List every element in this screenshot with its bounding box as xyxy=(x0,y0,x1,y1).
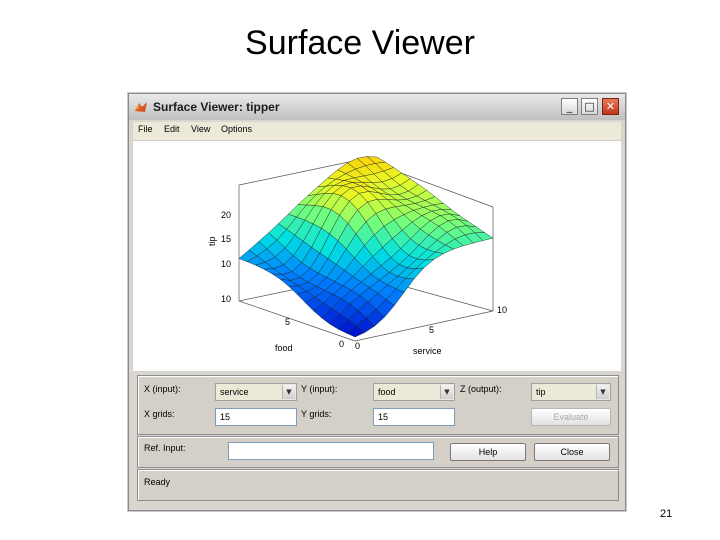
food-tick-5: 5 xyxy=(285,317,290,327)
menu-view[interactable]: View xyxy=(191,124,210,134)
title-bar[interactable]: Surface Viewer: tipper _ □ ✕ xyxy=(129,94,625,120)
z-tick-15: 15 xyxy=(221,234,231,244)
minimize-button[interactable]: _ xyxy=(561,98,578,115)
surface-viewer-window: Surface Viewer: tipper _ □ ✕ File Edit V… xyxy=(128,93,626,511)
slide-title: Surface Viewer xyxy=(245,24,475,62)
matlab-icon xyxy=(135,102,147,112)
food-tick-0: 0 xyxy=(339,339,344,349)
axis-settings-panel: X (input): service ▼ Y (input): food ▼ Z… xyxy=(137,375,619,435)
menu-edit[interactable]: Edit xyxy=(164,124,180,134)
close-window-button[interactable]: ✕ xyxy=(602,98,619,115)
z-tick-10-upper: 10 xyxy=(221,259,231,269)
surface-mesh xyxy=(238,156,494,338)
z-output-label: Z (output): xyxy=(460,384,502,394)
service-tick-0: 0 xyxy=(355,341,360,351)
y-input-label: Y (input): xyxy=(301,384,338,394)
chevron-down-icon[interactable]: ▼ xyxy=(596,385,609,399)
x-input-label: X (input): xyxy=(144,384,181,394)
y-grids-input[interactable]: 15 xyxy=(373,408,455,426)
status-text: Ready xyxy=(144,477,171,487)
z-axis-label: tip xyxy=(207,236,217,246)
menu-options[interactable]: Options xyxy=(221,124,252,134)
x-input-value: service xyxy=(220,387,249,397)
service-tick-5: 5 xyxy=(429,325,434,335)
ref-input-label: Ref. Input: xyxy=(144,443,186,453)
help-button[interactable]: Help xyxy=(450,443,526,461)
menu-bar: File Edit View Options xyxy=(133,122,621,140)
page-number: 21 xyxy=(660,508,673,520)
menu-file[interactable]: File xyxy=(138,124,153,134)
surface-plot-area[interactable]: tip 20 15 10 10 5 0 food 0 5 10 service xyxy=(133,140,621,371)
y-grids-label: Y grids: xyxy=(301,409,332,419)
y-input-value: food xyxy=(378,387,396,397)
service-tick-10: 10 xyxy=(497,305,507,315)
food-axis-label: food xyxy=(275,343,293,353)
z-output-value: tip xyxy=(536,387,546,397)
x-grids-label: X grids: xyxy=(144,409,175,419)
maximize-button[interactable]: □ xyxy=(581,98,598,115)
chevron-down-icon[interactable]: ▼ xyxy=(440,385,453,399)
z-tick-10-lower: 10 xyxy=(221,294,231,304)
chevron-down-icon[interactable]: ▼ xyxy=(282,385,295,399)
y-input-select[interactable]: food ▼ xyxy=(373,383,455,401)
service-axis-label: service xyxy=(413,346,442,356)
z-tick-20: 20 xyxy=(221,210,231,220)
status-panel: Ready xyxy=(137,469,619,501)
evaluate-button[interactable]: Evaluate xyxy=(531,408,611,426)
x-input-select[interactable]: service ▼ xyxy=(215,383,297,401)
reference-input-panel: Ref. Input: Help Close xyxy=(137,436,619,468)
ref-input-field[interactable] xyxy=(228,442,434,460)
z-output-select[interactable]: tip ▼ xyxy=(531,383,611,401)
window-title: Surface Viewer: tipper xyxy=(153,100,280,114)
x-grids-input[interactable]: 15 xyxy=(215,408,297,426)
close-button[interactable]: Close xyxy=(534,443,610,461)
surface-plot[interactable]: tip 20 15 10 10 5 0 food 0 5 10 service xyxy=(133,141,621,371)
